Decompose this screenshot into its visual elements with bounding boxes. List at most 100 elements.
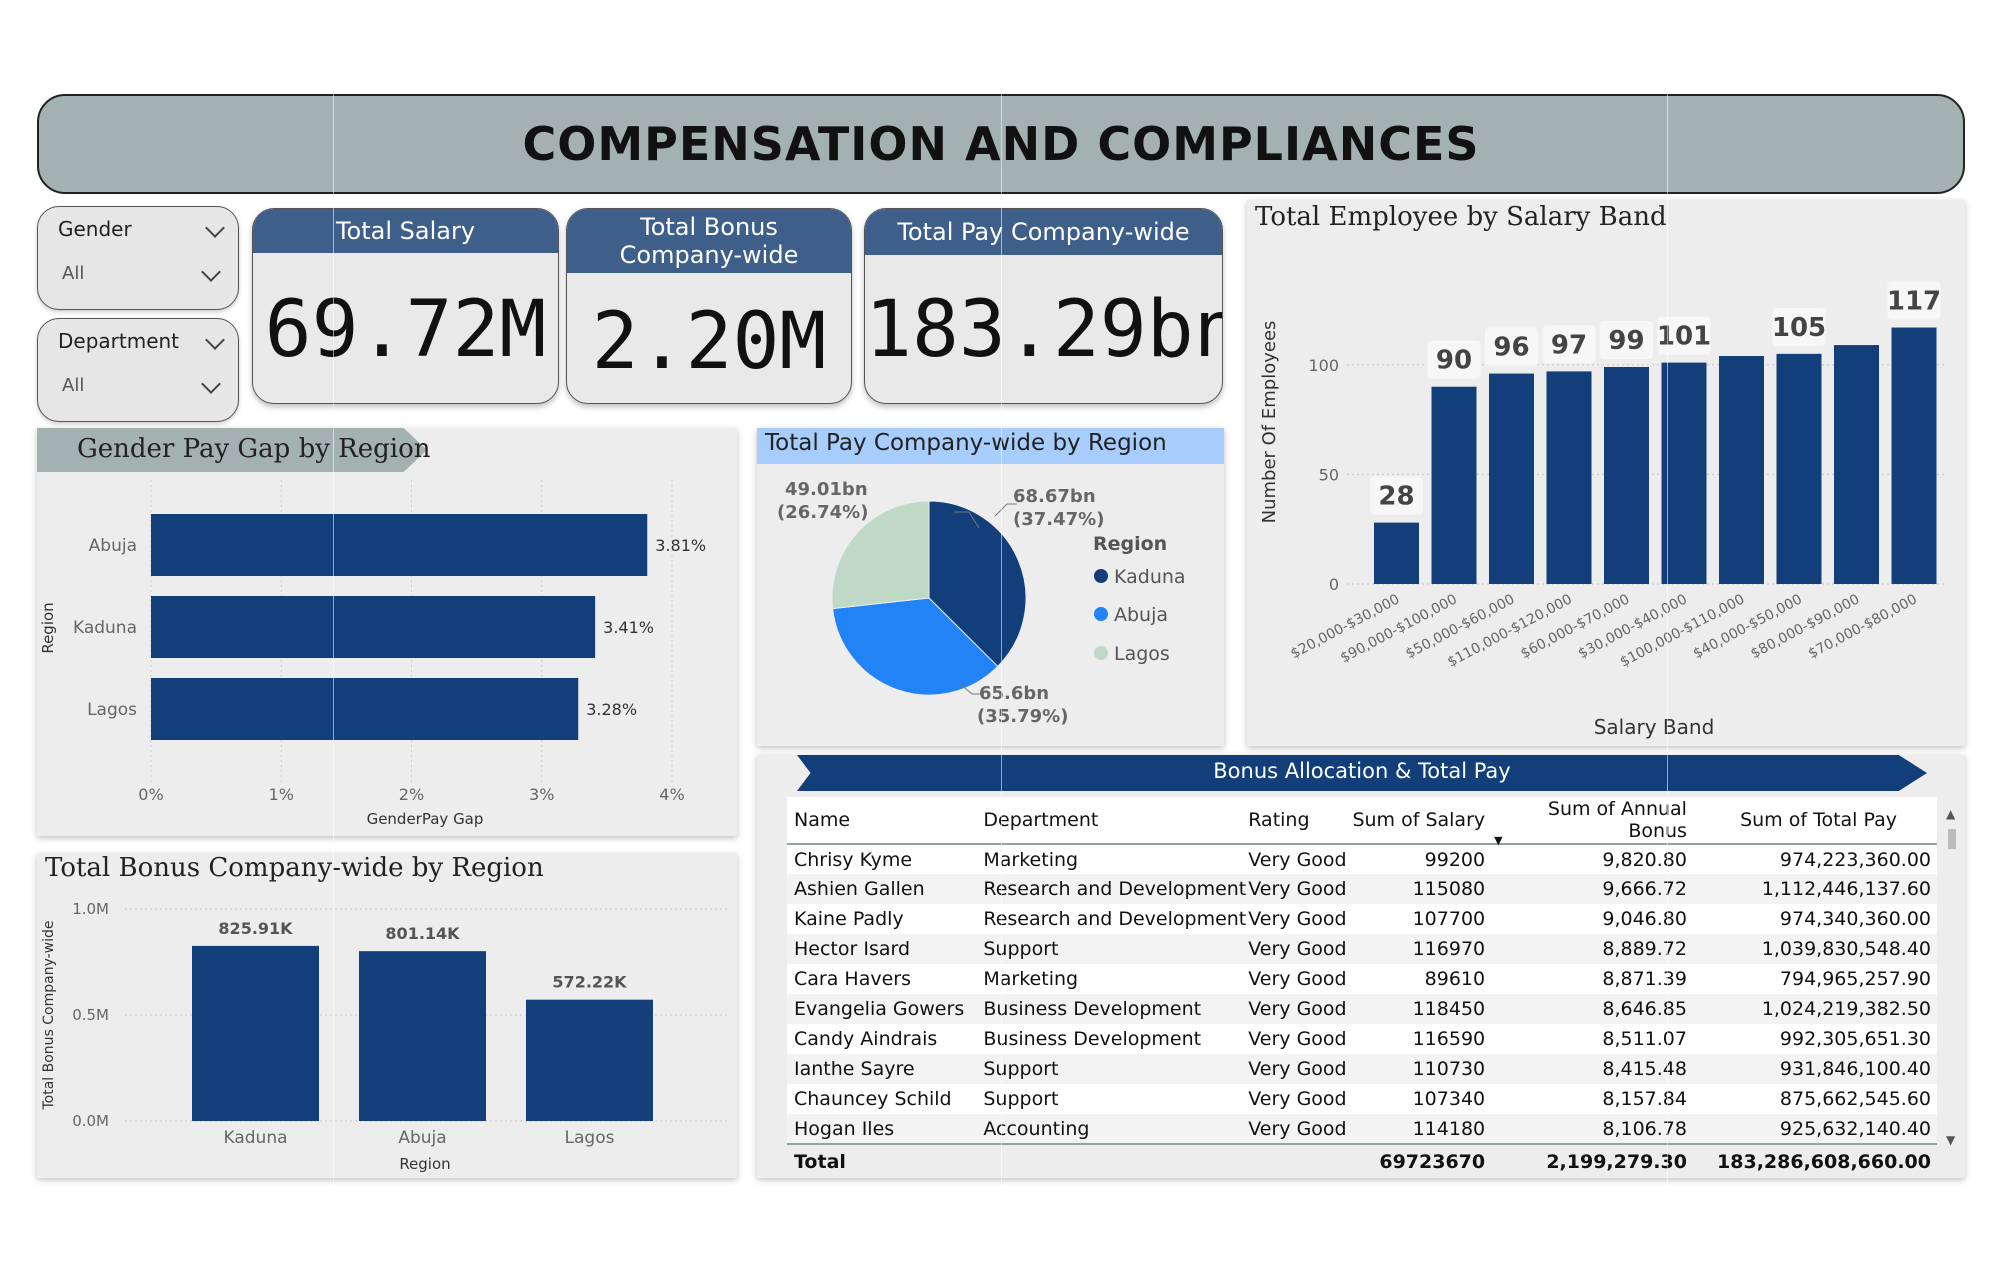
cell-total-pay: 931,846,100.40 (1779, 1058, 1931, 1080)
cell-bonus: 9,820.80 (1602, 848, 1687, 871)
cell-bonus: 8,511.07 (1602, 1028, 1687, 1050)
table-scrollbar[interactable]: ▲ ▼ (1945, 807, 1959, 1147)
column-header-department[interactable]: Department (982, 797, 1247, 844)
column-header-salary[interactable]: Sum of Salary (1351, 797, 1486, 844)
bar-kaduna (151, 596, 596, 658)
bar-salary-band (1431, 386, 1477, 584)
total-salary-value: 69.72M (264, 285, 547, 375)
cell-salary: 118450 (1412, 998, 1486, 1020)
cell-total-pay: 1,039,830,548.40 (1761, 938, 1931, 960)
chevron-down-icon[interactable] (205, 218, 225, 238)
pie-legend-kaduna[interactable]: Kaduna (1114, 566, 1186, 588)
legend-dot-kaduna (1094, 569, 1108, 583)
bar-abuja (151, 514, 648, 576)
chevron-down-icon[interactable] (201, 262, 221, 282)
cell-department: Support (983, 938, 1059, 960)
cell-total-pay: 974,340,360.00 (1779, 908, 1931, 930)
cell-name: Candy Aindrais (794, 1028, 938, 1050)
cell-rating: Very Good (1248, 968, 1347, 990)
chevron-down-icon[interactable] (205, 330, 225, 350)
data-label: 90 (1436, 346, 1472, 376)
data-label: 3.28% (586, 700, 637, 719)
cell-rating: Very Good (1248, 938, 1347, 960)
gender-pay-gap-card: Gender Pay Gap by Region 0% 1% 2% 3% 4% Abuj… (37, 428, 737, 836)
cell-salary: 115080 (1412, 878, 1486, 900)
table-row[interactable]: Chauncey Schild Support Very Good 107340 8,1… (787, 1084, 1937, 1114)
cell-department: Business Development (983, 998, 1202, 1020)
table-row[interactable]: Candy Aindrais Business Development Very G… (787, 1024, 1937, 1054)
cell-bonus: 9,046.80 (1602, 908, 1687, 930)
total-pay-card: Total Pay Company-wide 183.29bn (864, 208, 1223, 404)
column-header-total-pay[interactable]: Sum of Total Pay (1688, 797, 1937, 844)
bar-salary-band (1604, 366, 1649, 584)
pie-legend-lagos[interactable]: Lagos (1114, 643, 1170, 665)
salary-band-card: Total Employee by Salary Band 0 50 100 28 $… (1247, 200, 1965, 746)
x-tick-label: 4% (659, 785, 684, 804)
department-slicer-value[interactable]: All (62, 375, 84, 396)
data-label: 96 (1493, 333, 1529, 363)
bar-abuja (359, 951, 486, 1121)
total-bonus-label-line1: Total Bonus (640, 213, 778, 241)
bar-lagos (151, 678, 579, 740)
cell-name: Evangelia Gowers (794, 998, 965, 1020)
department-slicer[interactable]: Department All (37, 318, 239, 422)
cell-bonus: 8,646.85 (1602, 998, 1687, 1020)
total-empty (982, 1144, 1247, 1178)
salary-band-xlabel: Salary Band (1594, 715, 1715, 739)
cell-salary: 114180 (1412, 1117, 1486, 1140)
cell-name: Kaine Padly (794, 908, 904, 930)
pie-label-abuja-value: 65.6bn (979, 683, 1049, 704)
table-row[interactable]: Ashien Gallen Research and Development Ver… (787, 874, 1937, 904)
cell-rating: Very Good (1248, 1058, 1347, 1080)
cell-salary: 107700 (1412, 908, 1486, 930)
cell-department: Business Development (983, 1028, 1202, 1050)
gender-slicer[interactable]: Gender All (37, 206, 239, 310)
table-row[interactable]: Hogan Iles Accounting Very Good 114180 8,106… (787, 1114, 1937, 1144)
sort-desc-icon[interactable]: ▼ (1494, 834, 1502, 847)
table-row[interactable]: Cara Havers Marketing Very Good 89610 8,871.… (787, 964, 1937, 994)
total-bonus-value: 2.20M (591, 297, 827, 387)
cell-rating: Very Good (1248, 1088, 1347, 1110)
cell-department: Support (983, 1088, 1059, 1110)
cell-total-pay: 1,024,219,382.50 (1761, 998, 1931, 1020)
cell-department: Research and Development (983, 908, 1247, 930)
column-header-rating[interactable]: Rating (1247, 797, 1351, 844)
table-row[interactable]: Chrisy Kyme Marketing Very Good 99200 9,820.… (787, 844, 1937, 874)
cell-salary: 110730 (1412, 1058, 1486, 1080)
chevron-down-icon[interactable] (201, 374, 221, 394)
y-tick-label: 100 (1308, 356, 1339, 375)
cell-name: Hector Isard (794, 938, 911, 960)
y-tick-label: 0.0M (72, 1112, 109, 1130)
legend-dot-abuja (1094, 607, 1108, 621)
y-tick-label: Kaduna (73, 618, 137, 638)
salary-band-ylabel: Number Of Employees (1259, 321, 1280, 524)
x-tick-label: Kaduna (223, 1128, 287, 1148)
data-label: 825.91K (218, 919, 293, 938)
table-row[interactable]: Kaine Padly Research and Development Very … (787, 904, 1937, 934)
x-tick-label: 0% (138, 785, 163, 804)
gender-slicer-value[interactable]: All (62, 263, 84, 284)
total-label: Total (794, 1150, 846, 1173)
scroll-up-icon[interactable]: ▲ (1946, 807, 1955, 821)
cell-total-pay: 992,305,651.30 (1779, 1028, 1931, 1050)
x-tick-label: Abuja (398, 1128, 446, 1148)
gender-slicer-label: Gender (58, 217, 132, 241)
pie-legend-abuja[interactable]: Abuja (1114, 604, 1168, 626)
pie-chart: 49.01bn (26.74%) 68.67bn (37.47%) 65.6bn… (777, 479, 1186, 727)
y-tick-label: Abuja (89, 536, 137, 556)
scroll-thumb[interactable] (1948, 829, 1956, 849)
y-tick-label: 50 (1319, 465, 1339, 484)
cell-rating: Very Good (1248, 1028, 1347, 1050)
bonus-region-card: Total Bonus Company-wide by Region 0.0M 0… (37, 853, 737, 1178)
column-header-bonus[interactable]: Sum of Annual Bonus ▼ (1486, 797, 1688, 847)
table-row[interactable]: Hector Isard Support Very Good 116970 8,889.… (787, 934, 1937, 964)
bar-salary-band (1489, 373, 1534, 584)
cell-bonus: 9,666.72 (1602, 878, 1687, 900)
x-tick-label: $70,000-$80,000 (1806, 591, 1920, 662)
table-row[interactable]: Ianthe Sayre Support Very Good 110730 8,415.… (787, 1054, 1937, 1084)
scroll-down-icon[interactable]: ▼ (1946, 1133, 1955, 1147)
pie-label-lagos-value: 49.01bn (785, 479, 868, 500)
table-row[interactable]: Evangelia Gowers Business Development Very… (787, 994, 1937, 1024)
column-header-name[interactable]: Name (787, 797, 982, 844)
data-label: 3.41% (603, 618, 654, 637)
